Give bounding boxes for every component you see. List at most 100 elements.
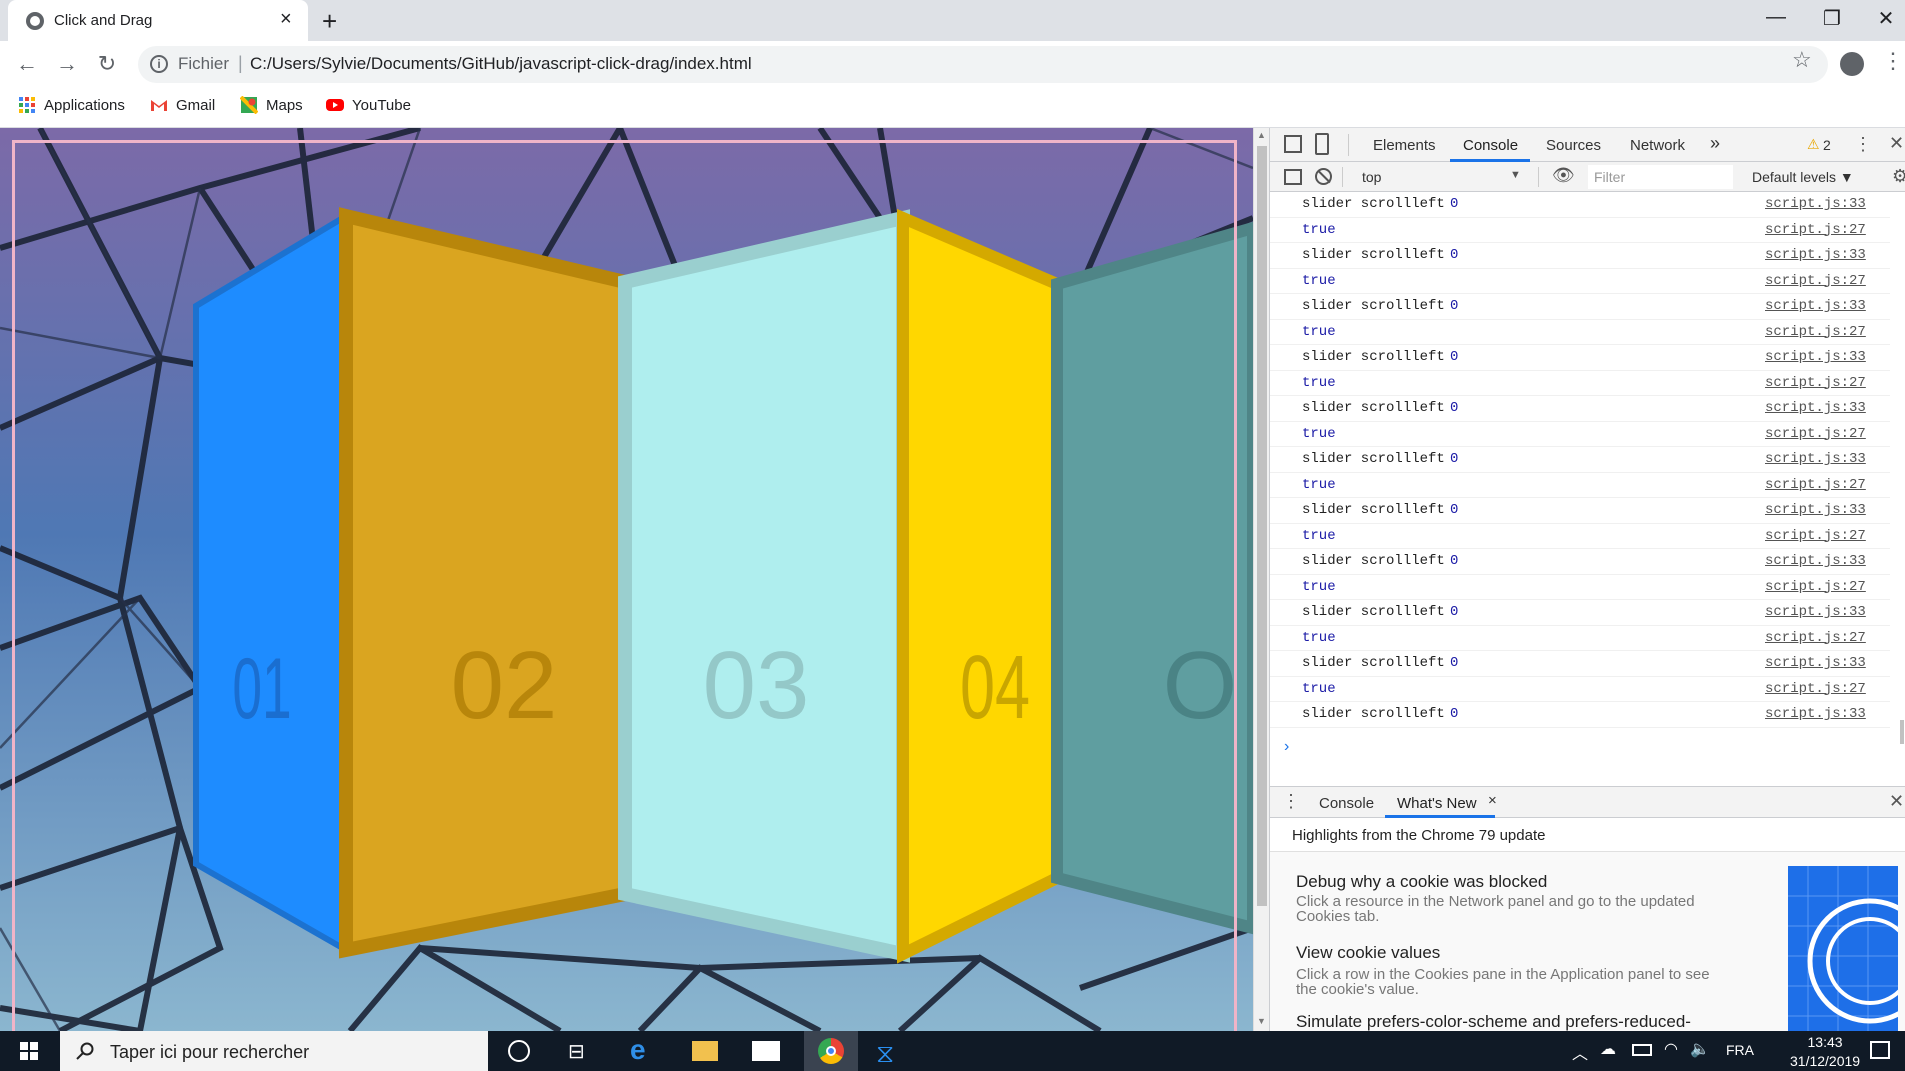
log-source-link[interactable]: script.js:27: [1765, 528, 1866, 544]
page-scrollbar[interactable]: ▲ ▼: [1253, 128, 1269, 1031]
devtools-close-icon[interactable]: ✕: [1889, 133, 1904, 154]
log-message: slider scrollleft: [1302, 502, 1445, 518]
wifi-icon[interactable]: ◠: [1664, 1039, 1678, 1059]
volume-icon[interactable]: 🔈: [1690, 1039, 1710, 1059]
onedrive-cloud-icon[interactable]: ☁: [1600, 1039, 1616, 1059]
sidebar-toggle-icon[interactable]: [1284, 169, 1302, 185]
toolbar-divider: [1538, 167, 1539, 187]
battery-icon[interactable]: [1632, 1044, 1652, 1056]
log-source-link[interactable]: script.js:33: [1765, 655, 1866, 671]
live-expression-eye-icon[interactable]: 👁: [1552, 165, 1575, 186]
devtools-menu-icon[interactable]: ⋮: [1854, 134, 1872, 155]
log-source-link[interactable]: script.js:27: [1765, 630, 1866, 646]
chrome-update-illustration: [1788, 866, 1898, 1031]
whats-new-item-title[interactable]: Debug why a cookie was blocked: [1296, 872, 1547, 892]
log-source-link[interactable]: script.js:33: [1765, 451, 1866, 467]
settings-gear-icon[interactable]: ⚙: [1892, 166, 1905, 187]
log-source-link[interactable]: script.js:27: [1765, 579, 1866, 595]
log-source-link[interactable]: script.js:27: [1765, 477, 1866, 493]
devtools-tab-bar: Elements Console Sources Network » ⚠ 2 ⋮…: [1270, 128, 1905, 162]
tab-close-icon[interactable]: ×: [280, 8, 292, 31]
bookmark-maps[interactable]: Maps: [240, 96, 303, 114]
log-source-link[interactable]: script.js:33: [1765, 247, 1866, 263]
drawer-tab-close-icon[interactable]: ×: [1488, 792, 1497, 809]
filter-input[interactable]: Filter: [1588, 165, 1733, 189]
scroll-down-icon[interactable]: ▼: [1257, 1016, 1266, 1026]
scroll-up-icon[interactable]: ▲: [1257, 130, 1266, 140]
reload-icon[interactable]: ↻: [92, 51, 122, 77]
tab-elements[interactable]: Elements: [1373, 137, 1436, 154]
browser-tab[interactable]: Click and Drag ×: [8, 0, 308, 41]
log-source-link[interactable]: script.js:33: [1765, 400, 1866, 416]
tab-sources[interactable]: Sources: [1546, 137, 1601, 154]
chrome-taskbar-button[interactable]: [804, 1031, 858, 1071]
log-source-link[interactable]: script.js:27: [1765, 681, 1866, 697]
tab-title: Click and Drag: [54, 12, 153, 29]
new-tab-button[interactable]: +: [322, 6, 337, 37]
url-text[interactable]: C:/Users/Sylvie/Documents/GitHub/javascr…: [250, 54, 752, 74]
windows-start-icon[interactable]: [20, 1042, 38, 1060]
console-log-row: slider scrollleft 0 script.js:33: [1270, 294, 1890, 320]
bookmark-star-icon[interactable]: ☆: [1792, 47, 1812, 73]
scrollbar-thumb[interactable]: [1257, 146, 1267, 906]
log-source-link[interactable]: script.js:33: [1765, 298, 1866, 314]
language-indicator[interactable]: FRA: [1726, 1042, 1754, 1058]
minimize-button[interactable]: —: [1756, 6, 1796, 29]
edge-icon[interactable]: e: [630, 1034, 646, 1066]
tab-console[interactable]: Console: [1463, 137, 1518, 154]
log-source-link[interactable]: script.js:27: [1765, 324, 1866, 340]
log-levels-dropdown[interactable]: Default levels ▼: [1752, 169, 1854, 185]
bookmark-label: YouTube: [352, 96, 411, 114]
mail-icon[interactable]: [752, 1041, 780, 1061]
log-source-link[interactable]: script.js:33: [1765, 553, 1866, 569]
log-source-link[interactable]: script.js:33: [1765, 349, 1866, 365]
console-scrollbar[interactable]: [1900, 720, 1904, 744]
whats-new-item-title[interactable]: View cookie values: [1296, 943, 1440, 963]
drawer-menu-icon[interactable]: ⋮: [1282, 791, 1300, 812]
back-arrow-icon[interactable]: ←: [12, 51, 42, 77]
profile-avatar-icon[interactable]: [1840, 52, 1864, 76]
bookmark-gmail[interactable]: Gmail: [150, 96, 215, 114]
youtube-icon: [326, 99, 344, 111]
info-icon[interactable]: i: [150, 55, 168, 73]
file-explorer-icon[interactable]: [692, 1041, 718, 1061]
inspect-element-icon[interactable]: [1284, 135, 1302, 153]
browser-menu-icon[interactable]: ⋮: [1882, 48, 1904, 74]
clear-console-icon[interactable]: [1315, 168, 1332, 185]
taskbar-clock[interactable]: 13:43 31/12/2019: [1790, 1034, 1860, 1069]
context-selector[interactable]: top: [1362, 169, 1381, 185]
drawer-close-icon[interactable]: ✕: [1889, 791, 1904, 812]
cortana-icon[interactable]: [508, 1040, 530, 1062]
log-source-link[interactable]: script.js:33: [1765, 196, 1866, 212]
notifications-icon[interactable]: [1870, 1041, 1890, 1059]
bookmark-applications[interactable]: Applications: [18, 96, 125, 114]
show-hidden-icons-icon[interactable]: ︿: [1572, 1040, 1588, 1064]
drawer-tab-whats-new[interactable]: What's New: [1397, 795, 1477, 812]
log-source-link[interactable]: script.js:33: [1765, 706, 1866, 722]
more-tabs-icon[interactable]: »: [1710, 133, 1720, 154]
tab-network[interactable]: Network: [1630, 137, 1685, 154]
vscode-icon[interactable]: ⧖: [876, 1038, 894, 1070]
bookmark-youtube[interactable]: YouTube: [326, 96, 411, 114]
warning-icon[interactable]: ⚠: [1807, 136, 1820, 153]
whats-new-item-desc: Click a resource in the Network panel an…: [1296, 893, 1695, 925]
task-view-icon[interactable]: ⊟: [568, 1039, 585, 1064]
device-toolbar-icon[interactable]: [1315, 133, 1329, 155]
window-close-button[interactable]: ✕: [1866, 6, 1905, 31]
log-source-link[interactable]: script.js:33: [1765, 604, 1866, 620]
whats-new-item-title[interactable]: Simulate prefers-color-scheme and prefer…: [1296, 1012, 1691, 1031]
log-source-link[interactable]: script.js:27: [1765, 426, 1866, 442]
log-source-link[interactable]: script.js:27: [1765, 273, 1866, 289]
taskbar-search-box[interactable]: Taper ici pour rechercher: [60, 1031, 488, 1071]
context-dropdown-icon[interactable]: ▼: [1510, 169, 1521, 181]
log-source-link[interactable]: script.js:33: [1765, 502, 1866, 518]
slider-frame[interactable]: [12, 140, 1237, 1031]
warning-count[interactable]: 2: [1823, 137, 1831, 153]
drawer-tab-console[interactable]: Console: [1319, 795, 1374, 812]
restore-button[interactable]: ❐: [1812, 6, 1852, 31]
log-source-link[interactable]: script.js:27: [1765, 375, 1866, 391]
address-bar[interactable]: i Fichier | C:/Users/Sylvie/Documents/Gi…: [138, 46, 1828, 83]
log-source-link[interactable]: script.js:27: [1765, 222, 1866, 238]
forward-arrow-icon[interactable]: →: [52, 51, 82, 77]
console-prompt[interactable]: ›: [1284, 738, 1289, 756]
